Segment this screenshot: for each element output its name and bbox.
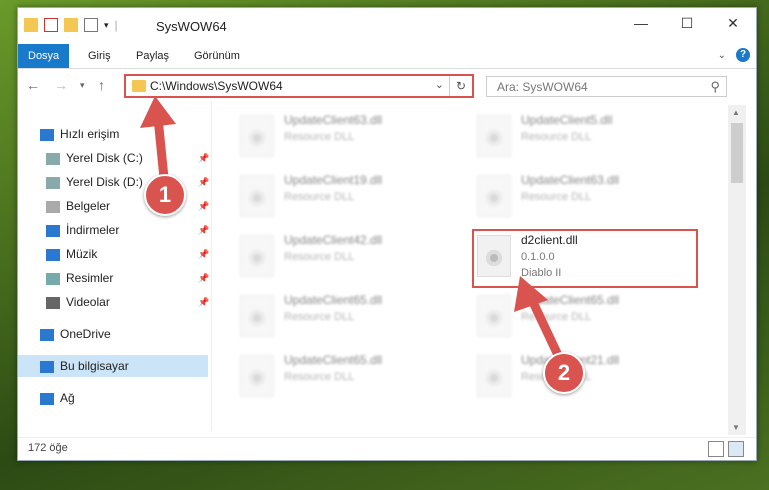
step-1-badge: 1	[144, 174, 186, 216]
step-2-badge: 2	[543, 352, 585, 394]
annotation-arrows	[140, 96, 570, 375]
arrow-1-head	[140, 96, 176, 128]
